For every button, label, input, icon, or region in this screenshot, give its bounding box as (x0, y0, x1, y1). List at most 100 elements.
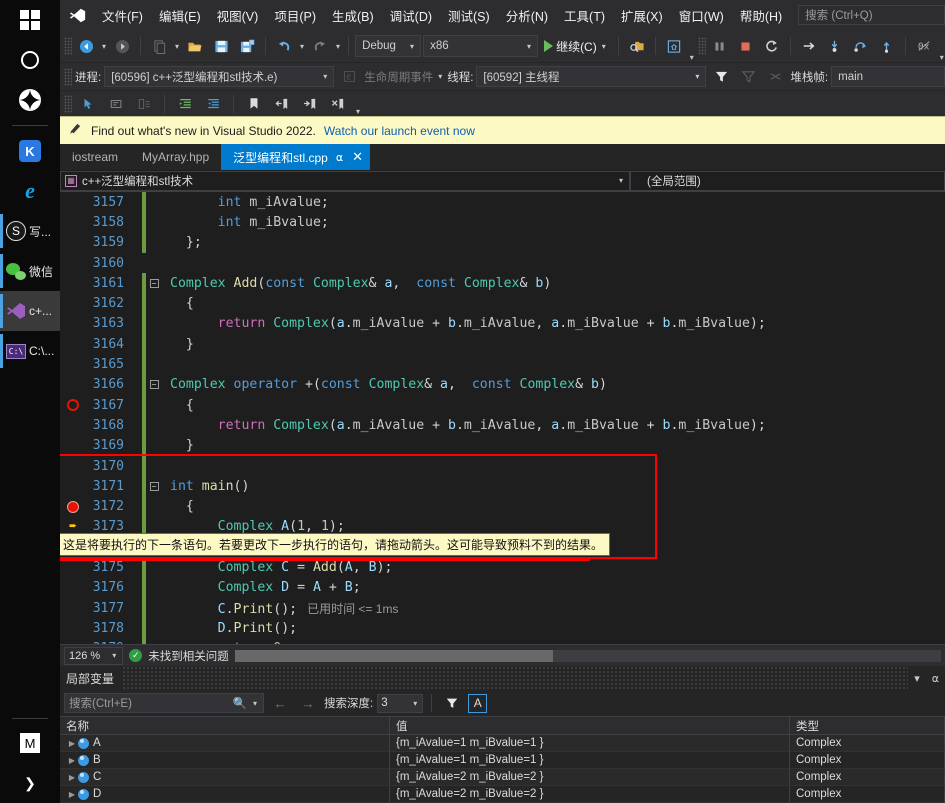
taskbar-expand-icon[interactable]: ❯ (0, 763, 60, 803)
code-line[interactable]: 3176 Complex D = A + B; (60, 577, 945, 598)
navigate-back-icon[interactable] (74, 34, 98, 58)
tab-iostream[interactable]: iostream (60, 144, 130, 170)
code-text[interactable]: Complex operator +(const Complex& a, con… (162, 377, 945, 392)
navigate-back-dropdown-icon[interactable]: ▾ (100, 42, 108, 51)
navigate-forward-icon[interactable] (110, 34, 134, 58)
notification-link[interactable]: Watch our launch event now (324, 124, 475, 138)
cell-value[interactable]: {m_iAvalue=1 m_iBvalue=1 } (390, 735, 790, 751)
menu-project[interactable]: 项目(P) (266, 2, 324, 29)
cell-name[interactable]: ▶ B (60, 752, 390, 768)
step-into-icon[interactable] (823, 34, 847, 58)
code-text[interactable]: { (162, 296, 945, 311)
code-line[interactable]: 3169 } (60, 435, 945, 456)
pin-tab-icon[interactable]: ⍺ (336, 151, 343, 164)
open-file-icon[interactable] (183, 34, 207, 58)
code-text[interactable]: D.Print(); (162, 621, 945, 636)
process-combo[interactable]: [60596] c++泛型编程和stl技术.e) ▾ (104, 66, 335, 87)
table-row[interactable]: ▶ C {m_iAvalue=2 m_iBvalue=2 } Complex (60, 769, 945, 786)
code-text[interactable] (162, 357, 945, 372)
editor-toolbar-grip[interactable] (64, 94, 72, 113)
redo-icon[interactable] (308, 34, 332, 58)
menu-test[interactable]: 测试(S) (440, 2, 498, 29)
platform-combo[interactable]: x86 ▾ (423, 35, 539, 57)
pointer-icon[interactable] (76, 92, 100, 116)
collapse-icon[interactable]: − (149, 278, 159, 288)
clear-bookmarks-icon[interactable] (326, 92, 350, 116)
editor-horizontal-scrollbar[interactable] (234, 649, 941, 662)
search-depth-combo[interactable]: 3 ▾ (377, 693, 424, 713)
taskbar-m-icon[interactable]: M (0, 723, 60, 763)
code-line[interactable]: 3168 return Complex(a.m_iAvalue + b.m_iA… (60, 415, 945, 436)
search-prev-icon[interactable]: ← (268, 691, 292, 715)
home-icon[interactable] (662, 34, 686, 58)
panel-pin-icon[interactable]: ⍺ (926, 672, 945, 685)
code-line[interactable]: 3164 } (60, 334, 945, 355)
match-case-toggle[interactable]: A (468, 693, 488, 713)
code-text[interactable]: Complex C = Add(A, B); (162, 560, 945, 575)
new-item-dropdown-icon[interactable]: ▾ (173, 42, 181, 51)
redo-dropdown-icon[interactable]: ▾ (334, 42, 342, 51)
search-next-icon[interactable]: → (296, 691, 320, 715)
tab-myarray-hpp[interactable]: MyArray.hpp (130, 144, 221, 170)
column-header-name[interactable]: 名称 (60, 717, 390, 734)
lifecycle-events-icon[interactable]: E (337, 65, 361, 89)
configuration-combo[interactable]: Debug ▾ (355, 35, 422, 57)
next-bookmark-icon[interactable] (298, 92, 322, 116)
decrease-indent-icon[interactable] (201, 92, 225, 116)
thread-switch-icon[interactable] (763, 65, 787, 89)
table-row[interactable]: ▶ A {m_iAvalue=1 m_iBvalue=1 } Complex (60, 735, 945, 752)
code-text[interactable]: int m_iBvalue; (162, 215, 945, 230)
code-text[interactable]: int m_iAvalue; (162, 195, 945, 210)
locals-search-input[interactable]: 搜索(Ctrl+E) 🔍 ▾ (64, 693, 264, 713)
menu-window[interactable]: 窗口(W) (671, 2, 732, 29)
taskbar-item-command-prompt[interactable]: C:\ C:\... (0, 331, 60, 371)
breakpoint-gutter[interactable] (60, 399, 86, 412)
code-line[interactable]: 3178 D.Print(); (60, 618, 945, 639)
stackframe-combo[interactable]: main (831, 66, 945, 87)
code-text[interactable]: }; (162, 235, 945, 250)
cell-value[interactable]: {m_iAvalue=2 m_iBvalue=2 } (390, 786, 790, 802)
code-text[interactable]: return 0; (162, 641, 945, 644)
code-text[interactable]: int main() (162, 479, 945, 494)
table-row[interactable]: ▶ B {m_iAvalue=1 m_iBvalue=1 } Complex (60, 752, 945, 769)
cell-value[interactable]: {m_iAvalue=1 m_iBvalue=1 } (390, 752, 790, 768)
code-line[interactable]: 3166 − Complex operator +(const Complex& a… (60, 374, 945, 395)
cell-value[interactable]: {m_iAvalue=2 m_iBvalue=2 } (390, 769, 790, 785)
save-icon[interactable] (209, 34, 233, 58)
editor-toolbar-overflow-icon[interactable]: ▾ (354, 107, 362, 116)
menu-view[interactable]: 视图(V) (209, 2, 267, 29)
expand-row-icon[interactable]: ▶ (66, 756, 78, 765)
scrollbar-thumb[interactable] (234, 649, 553, 662)
expand-row-icon[interactable]: ▶ (66, 790, 78, 799)
toolbar-grip[interactable] (64, 37, 72, 55)
code-text[interactable] (162, 459, 945, 474)
new-item-icon[interactable] (147, 34, 171, 58)
collapse-icon[interactable]: − (149, 481, 159, 491)
restart-icon[interactable] (760, 34, 784, 58)
code-text[interactable] (162, 256, 945, 271)
menu-edit[interactable]: 编辑(E) (151, 2, 209, 29)
step-out-icon[interactable] (875, 34, 899, 58)
toolbar-grip-2[interactable] (697, 37, 706, 55)
home-dropdown-icon[interactable]: ▾ (688, 53, 696, 62)
code-text[interactable]: Complex Add(const Complex& a, const Comp… (162, 276, 945, 291)
debug-toolbar-grip[interactable] (64, 67, 72, 86)
code-line[interactable]: 3167 { (60, 394, 945, 416)
project-scope-combo[interactable]: ▦ c++泛型编程和stl技术 ▾ (60, 170, 630, 191)
undo-icon[interactable] (272, 34, 296, 58)
code-line[interactable]: 3158 int m_iBvalue; (60, 212, 945, 233)
code-text[interactable]: { (162, 499, 945, 514)
windows-start-icon[interactable] (0, 0, 60, 40)
outlining-margin[interactable]: − (146, 278, 162, 288)
code-text[interactable]: { (162, 398, 945, 413)
code-text[interactable]: } (162, 438, 945, 453)
column-header-type[interactable]: 类型 (790, 717, 945, 734)
code-line[interactable]: 3172 { (60, 496, 945, 517)
collapse-icon[interactable]: − (149, 380, 159, 390)
taskbar-item-sogou[interactable]: S 写... (0, 211, 60, 251)
breakpoint-gutter[interactable] (60, 500, 86, 513)
menu-extensions[interactable]: 扩展(X) (613, 2, 671, 29)
taskbar-circle-icon[interactable] (0, 40, 60, 80)
notification-bar[interactable]: Find out what's new in Visual Studio 202… (60, 116, 945, 144)
pause-icon[interactable] (708, 34, 732, 58)
